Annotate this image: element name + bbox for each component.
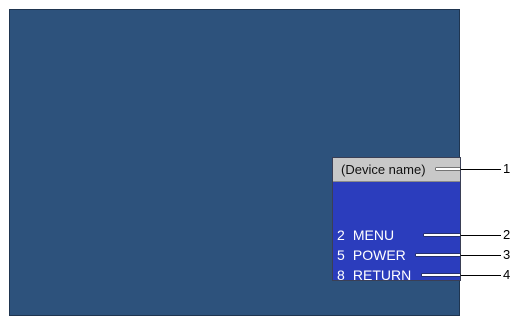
callout-line-1 bbox=[436, 168, 460, 170]
callout-line-3 bbox=[416, 254, 460, 256]
page: { "device_panel": { "device_name": "(Dev… bbox=[0, 0, 510, 327]
callout-leader-2 bbox=[461, 235, 501, 236]
menu-item-menu[interactable]: 2 MENU bbox=[337, 226, 394, 244]
device-name-label: (Device name) bbox=[333, 158, 460, 182]
menu-item-number: 8 bbox=[337, 267, 345, 283]
callout-leader-3 bbox=[461, 255, 501, 256]
callout-line-4 bbox=[422, 274, 460, 276]
menu-item-label: POWER bbox=[352, 247, 406, 263]
callout-number-2: 2 bbox=[503, 228, 510, 242]
callout-number-1: 1 bbox=[503, 162, 510, 176]
menu-item-number: 2 bbox=[337, 227, 345, 243]
callout-leader-1 bbox=[461, 169, 501, 170]
menu-item-label: MENU bbox=[352, 227, 395, 243]
callout-number-3: 3 bbox=[503, 248, 510, 262]
device-osd-panel: (Device name) 2 MENU 5 POWER 8 RETURN bbox=[332, 157, 461, 284]
menu-item-number: 5 bbox=[337, 247, 345, 263]
callout-leader-4 bbox=[461, 275, 501, 276]
callout-line-2 bbox=[424, 234, 460, 236]
menu-item-return[interactable]: 8 RETURN bbox=[337, 266, 411, 284]
menu-item-label: RETURN bbox=[352, 267, 412, 283]
callout-number-4: 4 bbox=[503, 268, 510, 282]
menu-item-power[interactable]: 5 POWER bbox=[337, 246, 406, 264]
